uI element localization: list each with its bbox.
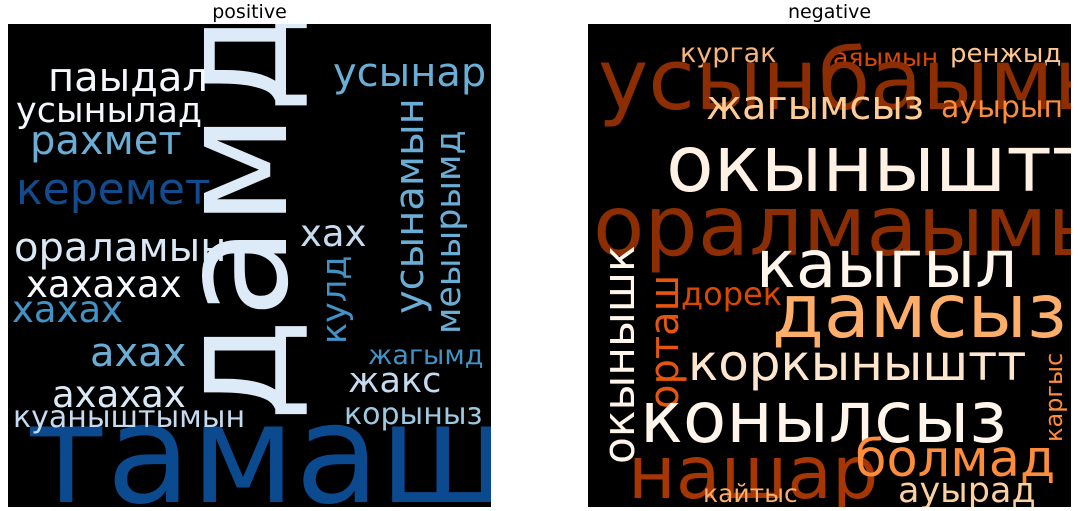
positive-chart-title: positive — [212, 1, 287, 23]
word-positive-2: керемет — [16, 164, 211, 215]
word-positive-19: корыныз — [344, 397, 482, 432]
word-negative-18: кайтыс — [703, 479, 798, 507]
negative-word-cloud: кургакаяымынренжыдусынбаымынжагымсызауыр… — [588, 24, 1071, 507]
word-positive-13: хах — [300, 212, 366, 255]
word-positive-6: усынылад — [16, 91, 202, 131]
negative-chart-title: negative — [787, 1, 872, 23]
word-positive-16: меыырымд — [429, 130, 469, 334]
word-negative-19: ауырад — [898, 471, 1036, 507]
word-negative-11: дорек — [681, 275, 782, 313]
word-positive-12: куаныштымын — [13, 400, 245, 435]
word-positive-14: кулд — [315, 256, 355, 344]
word-positive-10: хахах — [12, 288, 123, 331]
word-positive-9: ахах — [90, 330, 186, 376]
word-negative-14: каргыс — [1040, 353, 1068, 442]
positive-word-cloud: тамашдамдкереметпаыдалрахметусынарусыныл… — [8, 24, 491, 507]
word-positive-18: жакс — [348, 361, 441, 401]
word-positive-5: усынар — [333, 50, 486, 96]
word-positive-15: усынамын — [387, 98, 433, 314]
